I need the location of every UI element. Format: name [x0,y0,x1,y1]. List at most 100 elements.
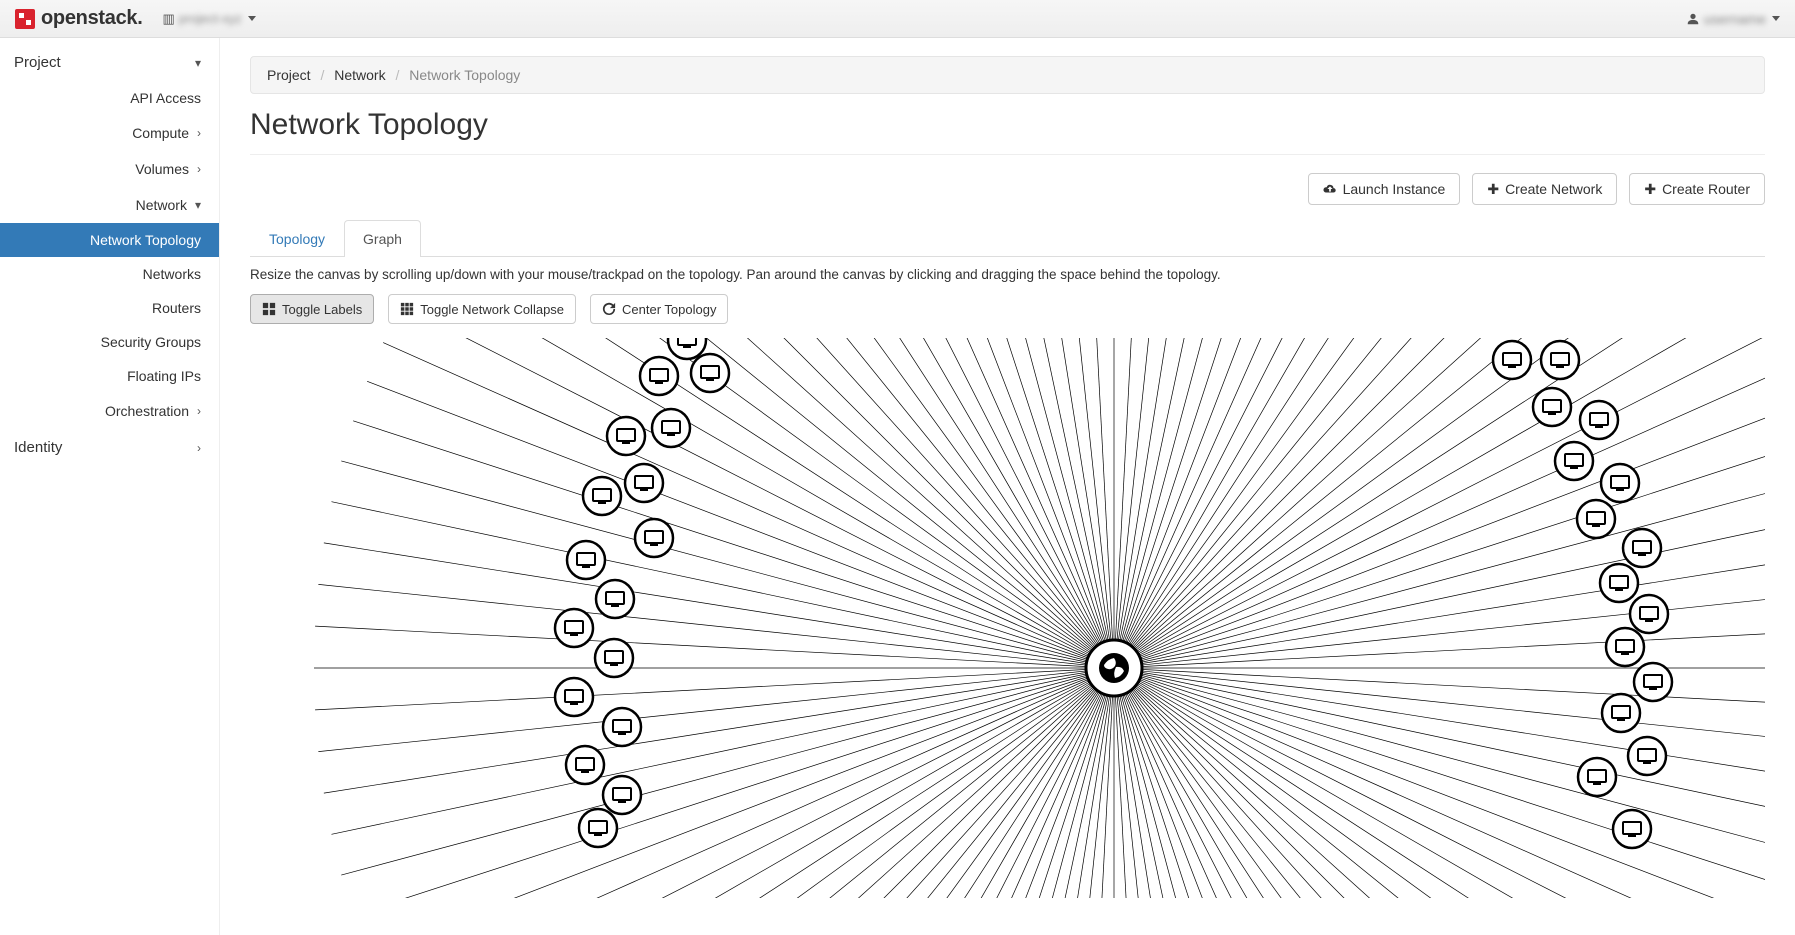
sidebar-label: Project [14,54,61,71]
chevron-right-icon: › [197,126,201,140]
topology-instance-node[interactable] [640,357,678,395]
topology-instance-node[interactable] [1602,694,1640,732]
tab-topology[interactable]: Topology [250,220,344,257]
sidebar: Project ▾ API Access Compute › Volumes ›… [0,38,220,935]
sidebar-compute[interactable]: Compute › [0,115,219,151]
topology-instance-node[interactable] [555,609,593,647]
chevron-right-icon: › [197,441,201,455]
topology-instance-node[interactable] [1577,500,1615,538]
topology-instance-node[interactable] [596,580,634,618]
toggle-collapse-button[interactable]: Toggle Network Collapse [388,294,576,324]
topology-instance-node[interactable] [1628,737,1666,775]
sidebar-network[interactable]: Network ▾ [0,187,219,223]
topology-instance-node[interactable] [635,519,673,557]
help-text: Resize the canvas by scrolling up/down w… [250,267,1765,282]
topology-instance-node[interactable] [567,541,605,579]
user-icon [1686,12,1700,26]
topology-instance-node[interactable] [1613,810,1651,848]
plus-icon: ✚ [1487,182,1499,196]
topology-instance-node[interactable] [652,409,690,447]
topology-canvas[interactable] [250,338,1765,898]
chevron-right-icon: › [197,404,201,418]
topology-instance-node[interactable] [1606,628,1644,666]
topology-instance-node[interactable] [1623,529,1661,567]
openstack-icon [15,9,35,29]
sidebar-volumes[interactable]: Volumes › [0,151,219,187]
page-title: Network Topology [250,108,1765,155]
sidebar-security-groups[interactable]: Security Groups [0,325,219,359]
chevron-right-icon: › [197,162,201,176]
button-label: Toggle Network Collapse [420,303,564,316]
topbar: openstack. ▥ project-xyz username [0,0,1795,38]
topology-instance-node[interactable] [595,639,633,677]
topology-instance-node[interactable] [603,776,641,814]
breadcrumb-network[interactable]: Network [334,67,385,83]
button-label: Launch Instance [1343,182,1446,196]
caret-down-icon [248,16,256,21]
sidebar-identity[interactable]: Identity › [0,429,219,466]
launch-instance-button[interactable]: Launch Instance [1308,173,1461,205]
topology-instance-node[interactable] [1578,758,1616,796]
topology-instance-node[interactable] [1493,341,1531,379]
refresh-icon [602,302,616,316]
toggle-labels-button[interactable]: Toggle Labels [250,294,374,324]
sidebar-label: Identity [14,439,62,456]
sidebar-api-access[interactable]: API Access [0,81,219,115]
topology-instance-node[interactable] [1600,564,1638,602]
button-label: Create Network [1505,182,1602,196]
topology-instance-node[interactable] [1580,401,1618,439]
create-router-button[interactable]: ✚ Create Router [1629,173,1765,205]
plus-icon: ✚ [1644,182,1656,196]
sidebar-label: Compute [14,125,189,141]
topology-instance-node[interactable] [1601,464,1639,502]
sidebar-orchestration[interactable]: Orchestration › [0,393,219,429]
breadcrumb-current: Network Topology [409,67,520,83]
create-network-button[interactable]: ✚ Create Network [1472,173,1617,205]
chevron-down-icon: ▾ [195,56,201,70]
chevron-down-icon: ▾ [195,198,201,212]
topology-svg[interactable] [250,338,1765,898]
project-switcher[interactable]: ▥ project-xyz [162,11,255,27]
topology-instance-node[interactable] [583,477,621,515]
user-menu[interactable]: username [1686,11,1780,27]
brand-text: openstack. [41,7,142,30]
brand-logo[interactable]: openstack. [15,7,142,30]
topology-instance-node[interactable] [579,809,617,847]
graph-toolbar: Toggle Labels Toggle Network Collapse Ce… [250,294,1765,324]
center-topology-button[interactable]: Center Topology [590,294,728,324]
sidebar-project[interactable]: Project ▾ [0,44,219,81]
topology-instance-node[interactable] [1541,341,1579,379]
topology-instance-node[interactable] [625,464,663,502]
sidebar-label: Volumes [14,161,189,177]
user-name: username [1704,11,1766,27]
topology-instance-node[interactable] [603,708,641,746]
topology-instance-node[interactable] [566,746,604,784]
content: Project / Network / Network Topology Net… [220,38,1795,935]
topbar-left: openstack. ▥ project-xyz [15,7,256,30]
sidebar-routers[interactable]: Routers [0,291,219,325]
topology-instance-node[interactable] [1634,663,1672,701]
topology-instance-node[interactable] [1630,595,1668,633]
topology-instance-node[interactable] [691,354,729,392]
breadcrumb: Project / Network / Network Topology [250,56,1765,94]
sidebar-label: Orchestration [14,403,189,419]
caret-down-icon [1772,16,1780,21]
breadcrumb-sep: / [396,67,400,83]
sidebar-label: Network [14,197,187,213]
sidebar-network-topology[interactable]: Network Topology [0,223,219,257]
button-label: Create Router [1662,182,1750,196]
tab-graph[interactable]: Graph [344,220,421,257]
breadcrumb-project[interactable]: Project [267,67,311,83]
button-label: Center Topology [622,303,716,316]
sidebar-networks[interactable]: Networks [0,257,219,291]
sidebar-floating-ips[interactable]: Floating IPs [0,359,219,393]
domain-prefix-icon: ▥ [162,11,174,27]
topology-instance-node[interactable] [607,417,645,455]
button-label: Toggle Labels [282,303,362,316]
topology-instance-node[interactable] [1533,388,1571,426]
grid-icon [262,302,276,316]
topology-instance-node[interactable] [1555,442,1593,480]
grid-3x3-icon [400,302,414,316]
topology-instance-node[interactable] [555,678,593,716]
project-name: project-xyz [179,11,242,26]
